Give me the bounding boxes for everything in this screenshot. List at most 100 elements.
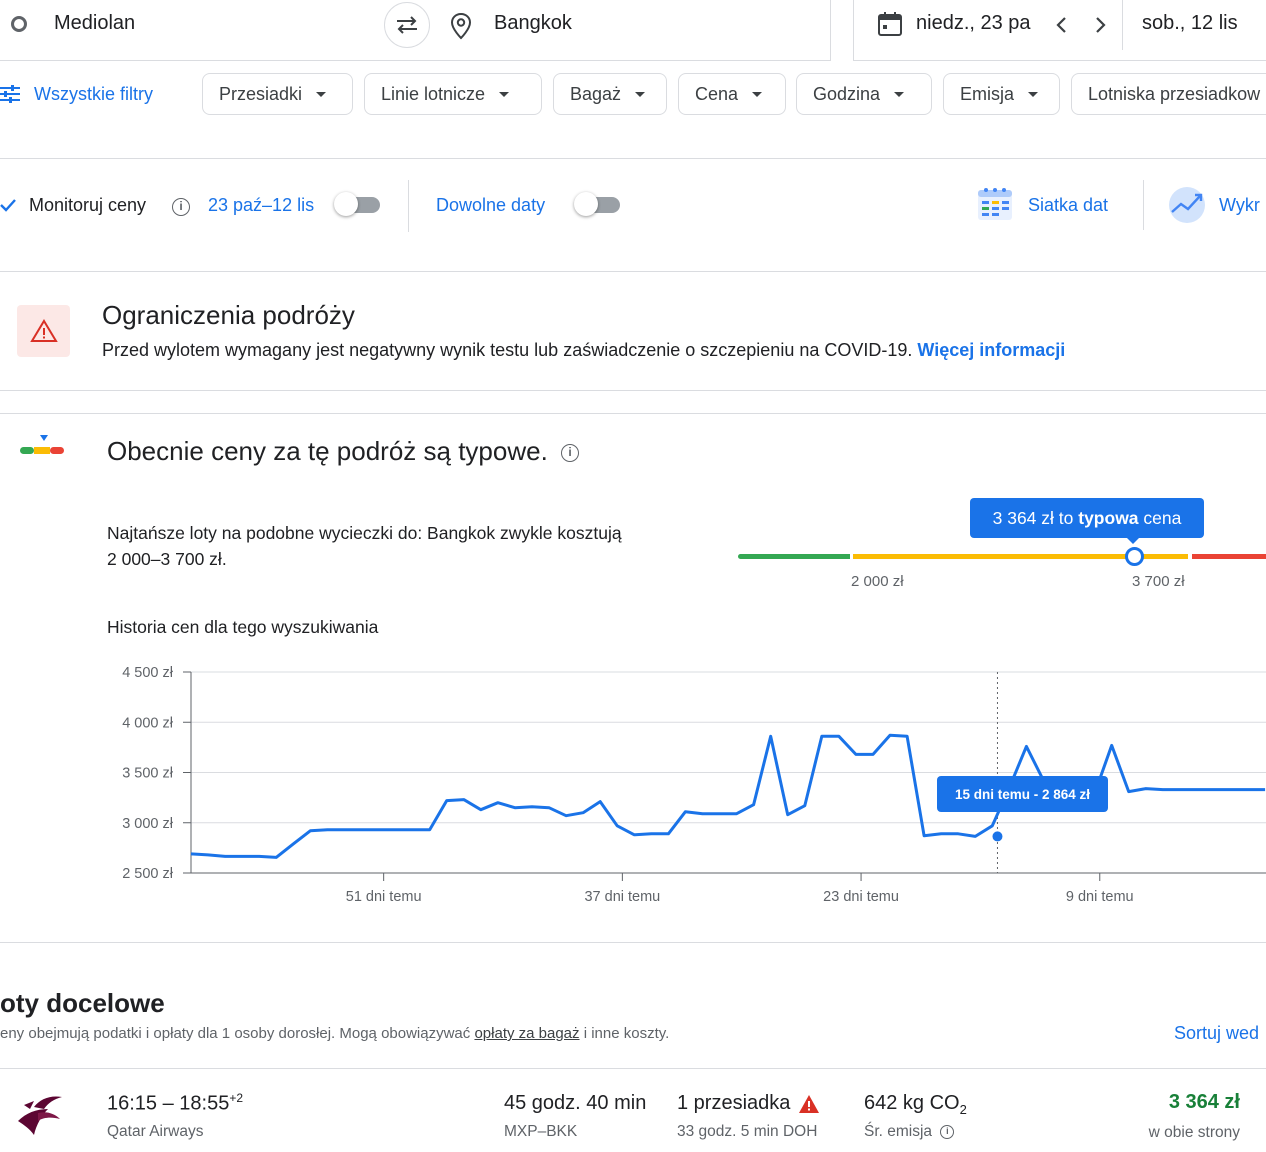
price-graph-icon[interactable]	[1166, 186, 1208, 224]
tools-divider	[1143, 180, 1144, 230]
info-icon[interactable]: i	[172, 198, 190, 216]
y-tick-label: 3 500 zł	[122, 766, 174, 782]
results-title: oty docelowe	[0, 988, 165, 1018]
chip-connecting-airports[interactable]: Lotniska przesiadkow	[1071, 73, 1266, 115]
layover-info: 33 godz. 5 min DOH	[677, 1123, 818, 1140]
swap-button[interactable]	[384, 2, 430, 48]
toggle-knob	[334, 192, 358, 216]
flight-times: 16:15 – 18:55+2	[107, 1091, 243, 1116]
emission-label-row: Śr. emisja i	[864, 1123, 955, 1141]
hover-tooltip: 15 dni temu - 2 864 zł	[937, 776, 1108, 812]
date-grid-link[interactable]: Siatka dat	[1028, 195, 1108, 216]
range-low-label: 2 000 zł	[851, 573, 904, 590]
destination-input[interactable]: Bangkok	[494, 12, 572, 35]
chip-label: Linie lotnicze	[381, 83, 486, 104]
caret-down-icon	[752, 91, 763, 97]
y-tick-label: 2 500 zł	[122, 866, 174, 882]
chevron-left-icon[interactable]	[1052, 14, 1072, 36]
insights-description-line: Najtańsze loty na podobne wycieczki do: …	[107, 523, 622, 543]
badge-price: 3 364 zł to	[992, 507, 1074, 528]
chip-airlines[interactable]: Linie lotnicze	[364, 73, 542, 115]
dates-divider	[1122, 0, 1123, 50]
range-high-label: 3 700 zł	[1132, 573, 1185, 590]
co2-value: 642 kg CO	[864, 1092, 960, 1114]
restrictions-title: Ograniczenia podróży	[102, 300, 355, 330]
caret-down-icon	[316, 91, 327, 97]
flight-duration: 45 godz. 40 min	[504, 1092, 647, 1114]
x-tick-label: 9 dni temu	[1066, 889, 1134, 905]
price-graph-link[interactable]: Wykr	[1219, 195, 1260, 216]
restrictions-text-row: Przed wylotem wymagany jest negatywny wy…	[102, 340, 1065, 361]
chevron-right-icon[interactable]	[1090, 14, 1110, 36]
depart-date-input[interactable]: niedz., 23 pa	[916, 12, 1044, 35]
emission-label: Śr. emisja	[864, 1123, 933, 1140]
info-icon[interactable]: i	[940, 1124, 955, 1139]
restrictions-text: Przed wylotem wymagany jest negatywny wy…	[102, 340, 913, 360]
check-icon	[0, 199, 16, 212]
stops-count: 1 przesiadka	[677, 1092, 791, 1114]
badge-arrow	[1126, 537, 1140, 544]
badge-level: typowa	[1078, 507, 1139, 528]
tools-divider	[408, 180, 409, 232]
info-icon[interactable]: i	[561, 444, 580, 463]
price-history-title: Historia cen dla tego wyszukiwania	[107, 617, 379, 637]
chip-price[interactable]: Cena	[678, 73, 786, 115]
caret-down-icon	[1028, 91, 1039, 97]
chip-emissions[interactable]: Emisja	[943, 73, 1060, 115]
badge-suffix: cena	[1143, 507, 1182, 528]
flight-price: 3 364 zł	[1168, 1091, 1240, 1113]
warning-icon	[799, 1094, 820, 1113]
monitor-date-range[interactable]: 23 paź–12 lis	[208, 195, 314, 216]
all-filters-button[interactable]: Wszystkie filtry	[0, 82, 153, 106]
chip-label: Lotniska przesiadkow	[1088, 83, 1261, 104]
chip-stops[interactable]: Przesiadki	[202, 73, 353, 115]
flight-row[interactable]: 16:15 – 18:55+2 Qatar Airways 45 godz. 4…	[0, 1069, 1266, 1152]
plus-days: +2	[229, 1091, 244, 1105]
chip-label: Godzina	[813, 83, 881, 104]
results-note: eny obejmują podatki i opłaty dla 1 osob…	[0, 1025, 669, 1042]
divider	[0, 413, 1266, 414]
any-dates-label[interactable]: Dowolne daty	[436, 195, 545, 216]
calendar-icon	[878, 12, 902, 36]
caret-down-icon	[894, 91, 905, 97]
chip-label: Cena	[695, 83, 739, 104]
caret-down-icon	[635, 91, 646, 97]
hover-point	[992, 831, 1003, 842]
date-grid-icon[interactable]	[976, 186, 1014, 222]
results-note-text: eny obejmują podatki i opłaty dla 1 osob…	[0, 1025, 471, 1042]
insights-description: Najtańsze loty na podobne wycieczki do: …	[107, 520, 622, 572]
price-level-icon	[20, 435, 64, 454]
y-tick-label: 4 500 zł	[122, 665, 174, 681]
x-tick-label: 37 dni temu	[584, 889, 660, 905]
trip-type: w obie strony	[1148, 1124, 1240, 1141]
flight-times-text: 16:15 – 18:55	[107, 1092, 230, 1115]
origin-input[interactable]: Mediolan	[54, 12, 135, 35]
y-tick-label: 4 000 zł	[122, 715, 174, 731]
divider	[0, 158, 1266, 159]
caret-down-icon	[499, 91, 510, 97]
chip-time[interactable]: Godzina	[796, 73, 932, 115]
tune-icon	[0, 85, 20, 103]
warning-icon	[29, 319, 58, 342]
any-dates-toggle[interactable]	[574, 192, 620, 216]
monitor-prices-label: Monitoruj ceny	[29, 195, 147, 215]
sort-button[interactable]: Sortuj wed	[1174, 1023, 1259, 1044]
warning-box	[17, 305, 70, 357]
insights-title: Obecnie ceny za tę podróż są typowe.	[107, 436, 548, 466]
chip-baggage[interactable]: Bagaż	[553, 73, 667, 115]
range-current-marker	[1125, 547, 1144, 566]
x-tick-label: 23 dni temu	[823, 889, 899, 905]
divider	[0, 942, 1266, 943]
swap-icon	[397, 16, 417, 34]
chip-label: Bagaż	[570, 83, 622, 104]
toggle-knob	[574, 192, 598, 216]
baggage-fees-link[interactable]: opłaty za bagaż	[474, 1025, 579, 1042]
range-high-segment	[1192, 554, 1266, 559]
chip-label: Emisja	[960, 83, 1015, 104]
stops-row: 1 przesiadka	[677, 1092, 820, 1115]
monitor-prices-toggle[interactable]	[334, 192, 380, 216]
more-info-link[interactable]: Więcej informacji	[917, 340, 1065, 360]
return-date-input[interactable]: sob., 12 lis	[1142, 12, 1238, 35]
origin-circle-icon	[11, 16, 27, 32]
qatar-airways-logo	[18, 1096, 62, 1135]
